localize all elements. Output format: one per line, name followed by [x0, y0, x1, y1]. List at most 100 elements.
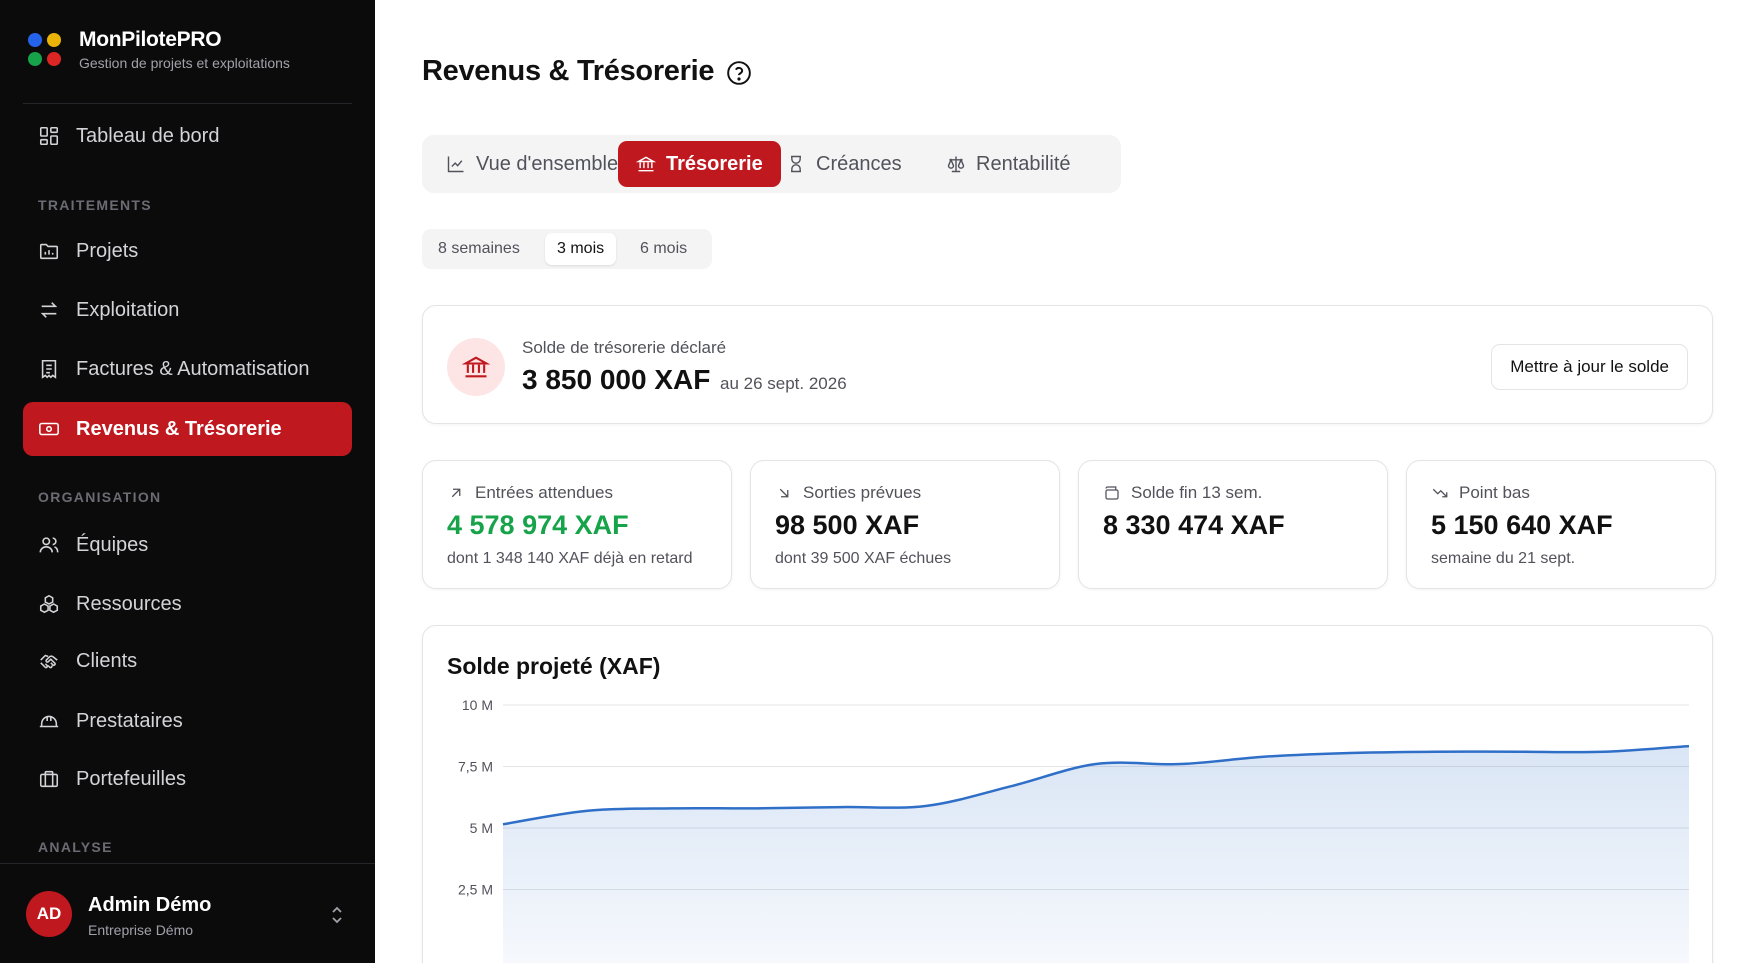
dashboard-icon — [38, 125, 60, 147]
period-selector: 8 semaines 3 mois 6 mois — [422, 229, 712, 269]
invoice-icon — [38, 358, 60, 380]
sidebar-item-label: Clients — [76, 649, 138, 672]
kpi-label-text: Entrées attendues — [475, 483, 613, 502]
kpi-label-text: Solde fin 13 sem. — [1131, 483, 1263, 502]
tab-label: Vue d'ensemble — [476, 152, 619, 175]
kpi-label-text: Sorties prévues — [803, 483, 922, 502]
chart-svg: 10 M 7,5 M 5 M 2,5 M — [458, 697, 1690, 963]
sidebar-item-revenus[interactable]: Revenus & Trésorerie — [23, 402, 352, 456]
brand-logo — [28, 33, 61, 66]
kpi-label: Solde fin 13 sem. — [1103, 483, 1262, 503]
kpi-card-entrees: Entrées attendues 4 578 974 XAF dont 1 3… — [422, 460, 732, 589]
balance-value: 3 850 000 XAF — [522, 364, 711, 395]
sidebar-item-projets[interactable]: Projets — [23, 224, 352, 278]
user-menu[interactable]: AD Admin Démo Entreprise Démo — [0, 863, 375, 963]
update-balance-button[interactable]: Mettre à jour le solde — [1491, 344, 1688, 390]
sidebar-item-factures[interactable]: Factures & Automatisation — [23, 342, 352, 396]
kpi-label: Entrées attendues — [447, 483, 613, 503]
hardhat-icon — [38, 710, 60, 732]
boxes-icon — [38, 593, 60, 615]
banknote-icon — [38, 418, 60, 440]
tab-vue-ensemble[interactable]: Vue d'ensemble — [428, 141, 636, 187]
tab-label: Trésorerie — [666, 152, 763, 175]
sidebar-item-label: Ressources — [76, 592, 182, 615]
kpi-value: 8 330 474 XAF — [1103, 510, 1285, 540]
page-title: Revenus & Trésorerie — [422, 55, 715, 87]
sidebar-section-title: ANALYSE — [38, 839, 113, 855]
sidebar-item-exploitation[interactable]: Exploitation — [23, 283, 352, 337]
y-tick-label: 5 M — [470, 820, 493, 836]
scale-icon — [946, 154, 966, 174]
kpi-label: Point bas — [1431, 483, 1530, 503]
wallet-icon — [1105, 486, 1119, 500]
sidebar: MonPilotePRO Gestion de projets et explo… — [0, 0, 375, 963]
logo-dot-red — [47, 52, 61, 66]
tab-rentabilite[interactable]: Rentabilité — [928, 141, 1089, 187]
handshake-icon — [38, 650, 60, 672]
period-3-mois[interactable]: 3 mois — [545, 233, 617, 265]
sidebar-section-title: TRAITEMENTS — [38, 197, 152, 213]
logo-dot-green — [28, 52, 42, 66]
arrow-up-right-icon — [451, 488, 461, 498]
briefcase-icon — [38, 768, 60, 790]
y-tick-label: 10 M — [462, 697, 493, 713]
logo-dot-blue — [28, 33, 42, 47]
user-org: Entreprise Démo — [88, 922, 194, 938]
kpi-value: 4 578 974 XAF — [447, 510, 629, 540]
sidebar-item-label: Exploitation — [76, 298, 180, 321]
tab-creances[interactable]: Créances — [768, 141, 920, 187]
sidebar-item-label: Équipes — [76, 533, 149, 556]
y-tick-label: 2,5 M — [458, 882, 493, 898]
sidebar-section-title: ORGANISATION — [38, 489, 162, 505]
brand[interactable]: MonPilotePRO Gestion de projets et explo… — [28, 28, 290, 71]
chevrons-up-down-icon[interactable] — [328, 904, 346, 926]
hourglass-icon — [786, 154, 806, 174]
bank-icon — [635, 154, 657, 174]
brand-name: MonPilotePRO — [79, 28, 222, 51]
series-area — [503, 746, 1689, 963]
logo-dot-yellow — [47, 33, 61, 47]
sidebar-item-portefeuilles[interactable]: Portefeuilles — [23, 752, 352, 806]
sidebar-item-equipes[interactable]: Équipes — [23, 518, 352, 572]
kpi-card-solde-fin: Solde fin 13 sem. 8 330 474 XAF — [1078, 460, 1388, 589]
bank-icon — [447, 338, 505, 396]
kpi-value: 5 150 640 XAF — [1431, 510, 1613, 540]
trending-down-icon — [1432, 488, 1448, 498]
avatar: AD — [26, 891, 72, 937]
brand-subtitle: Gestion de projets et exploitations — [79, 55, 290, 71]
sidebar-divider — [23, 103, 352, 104]
sidebar-item-dashboard[interactable]: Tableau de bord — [23, 109, 352, 163]
tab-label: Rentabilité — [976, 152, 1071, 175]
period-8-semaines[interactable]: 8 semaines — [426, 233, 532, 265]
y-tick-label: 7,5 M — [458, 759, 493, 775]
sidebar-item-label: Prestataires — [76, 709, 183, 732]
period-6-mois[interactable]: 6 mois — [628, 233, 699, 265]
tab-label: Créances — [816, 152, 902, 175]
tab-tresorerie[interactable]: Trésorerie — [618, 141, 781, 187]
main-content: Revenus & Trésorerie Vue d'ensemble Trés… — [375, 0, 1760, 963]
sidebar-item-label: Revenus & Trésorerie — [76, 417, 282, 440]
kpi-sub: dont 39 500 XAF échues — [775, 550, 952, 567]
projected-balance-chart: Solde projeté (XAF) 10 M 7,5 M5 M 2,5 M — [422, 625, 1713, 963]
arrows-icon — [38, 299, 60, 321]
balance-label: Solde de trésorerie déclaré — [522, 338, 727, 357]
sidebar-item-label: Projets — [76, 239, 139, 262]
line-chart-icon — [446, 154, 466, 174]
arrow-down-right-icon — [779, 488, 789, 498]
help-icon[interactable] — [726, 60, 752, 86]
sidebar-item-label: Factures & Automatisation — [76, 357, 310, 380]
kpi-sub: semaine du 21 sept. — [1431, 550, 1576, 567]
tab-bar: Vue d'ensemble Trésorerie Créances Renta… — [422, 135, 1121, 193]
sidebar-item-ressources[interactable]: Ressources — [23, 577, 352, 631]
kpi-label: Sorties prévues — [775, 483, 921, 503]
kpi-value: 98 500 XAF — [775, 510, 920, 540]
user-name: Admin Démo — [88, 894, 212, 916]
kpi-label-text: Point bas — [1459, 483, 1530, 502]
sidebar-item-clients[interactable]: Clients — [23, 634, 352, 688]
balance-card: Solde de trésorerie déclaré 3 850 000 XA… — [422, 305, 1713, 424]
sidebar-item-prestataires[interactable]: Prestataires — [23, 694, 352, 748]
users-icon — [38, 534, 60, 556]
kpi-sub: dont 1 348 140 XAF déjà en retard — [447, 550, 693, 567]
balance-date: au 26 sept. 2026 — [720, 374, 847, 393]
sidebar-item-label: Tableau de bord — [76, 124, 220, 147]
